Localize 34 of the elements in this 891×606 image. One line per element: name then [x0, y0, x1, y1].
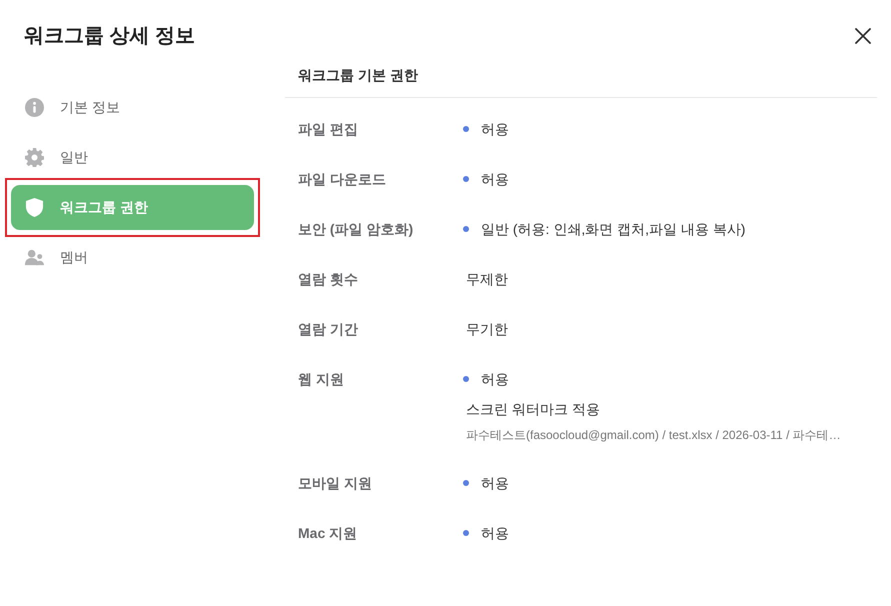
field-label: 모바일 지원 [298, 474, 373, 493]
status-dot-icon [463, 226, 469, 232]
people-icon [25, 248, 44, 267]
field-value: 허용 [481, 370, 509, 389]
field-label: 보안 (파일 암호화) [298, 220, 414, 239]
field-label: 웹 지원 [298, 370, 345, 389]
status-dot-icon [463, 530, 469, 536]
info-icon [25, 98, 44, 117]
field-value: 스크린 워터마크 적용 [465, 400, 601, 419]
field-value: 일반 (허용: 인쇄,화면 캡처,파일 내용 복사) [481, 220, 746, 239]
field-value: 허용 [481, 170, 509, 189]
gear-icon [25, 148, 44, 167]
field-label: Mac 지원 [298, 524, 358, 543]
field-label: 열람 횟수 [298, 270, 359, 289]
field-value: 허용 [481, 474, 509, 493]
status-dot-icon [463, 176, 469, 182]
field-label: 파일 편집 [298, 120, 359, 139]
sidebar-item[interactable]: 기본 정보 [11, 85, 254, 130]
dialog-title: 워크그룹 상세 정보 [24, 24, 196, 49]
field-label: 파일 다운로드 [298, 170, 387, 189]
field-value: 무기한 [465, 320, 508, 339]
sidebar-item[interactable]: 일반 [11, 135, 254, 180]
sidebar-item[interactable]: 멤버 [11, 235, 254, 280]
status-dot-icon [463, 126, 469, 132]
field-label: 열람 기간 [298, 320, 359, 339]
shield-icon [25, 198, 44, 217]
status-dot-icon [463, 376, 469, 382]
watermark-detail: 파수테스트(fasoocloud@gmail.com) / test.xlsx / 2026-03-11 / 파수테… [465, 427, 841, 444]
field-value: 무제한 [465, 270, 508, 289]
field-value: 허용 [481, 120, 509, 139]
close-icon [855, 28, 871, 44]
status-dot-icon [463, 480, 469, 486]
section-title: 워크그룹 기본 권한 [298, 66, 419, 85]
field-value: 허용 [481, 524, 509, 543]
